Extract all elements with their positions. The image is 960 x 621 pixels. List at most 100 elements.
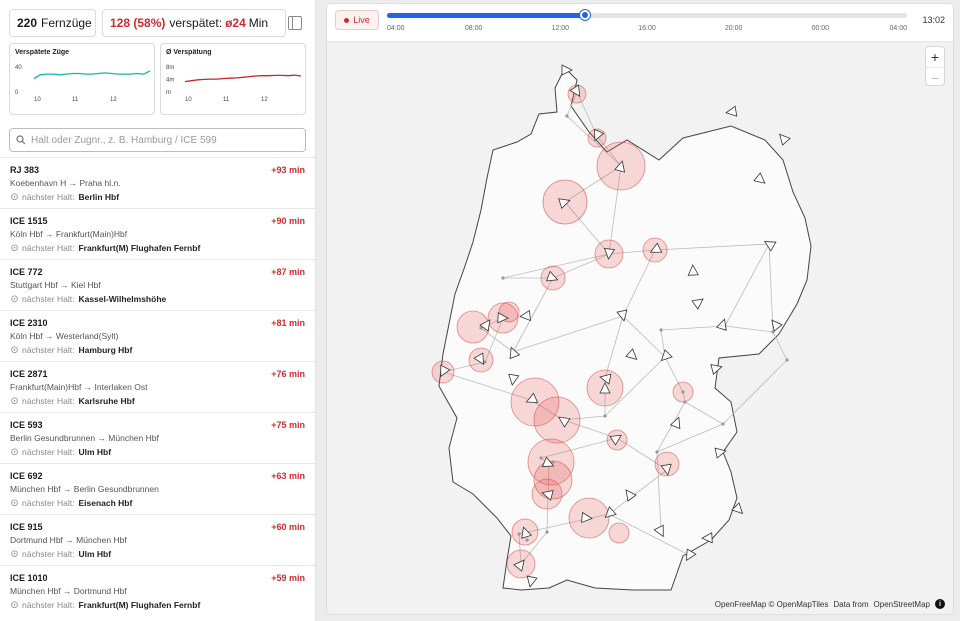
y-tick-label: 40	[15, 65, 22, 71]
timeline-tick-label: 12:00	[551, 25, 570, 32]
train-route: Köln Hbf → Westerland(Sylt)	[10, 331, 119, 341]
stats-row: 220 Fernzüge 128 (58%) verspätet: ø24 Mi…	[9, 9, 286, 37]
location-pin-icon	[11, 192, 18, 200]
train-marker-icon[interactable]	[725, 105, 738, 117]
live-button[interactable]: Live	[335, 10, 379, 30]
station-dot[interactable]	[785, 358, 789, 362]
current-time: 13:02	[922, 15, 945, 25]
next-stop: nächster Halt: Kassel-Wilhelmshöhe	[10, 294, 166, 304]
train-delay: +60 min	[271, 522, 305, 532]
avg-delay-chart-svg: 8m 4m m 10 11 12	[166, 65, 302, 103]
next-stop-name: Ulm Hbf	[78, 447, 112, 457]
attribution-osm[interactable]: OpenStreetMap	[874, 600, 930, 609]
next-stop-label: nächster Halt:	[22, 294, 75, 304]
station-dot[interactable]	[603, 414, 607, 418]
next-stop: nächster Halt: Eisenach Hbf	[10, 498, 132, 508]
y-tick-label: 8m	[166, 65, 174, 71]
next-stop-label: nächster Halt:	[22, 243, 75, 253]
late-trains-chart-svg: 40 0 10 11 12	[15, 65, 151, 103]
train-list-item[interactable]: ICE 2871 +76 min Frankfurt(Main)Hbf → Inte…	[0, 361, 315, 412]
next-stop: nächster Halt: Frankfurt(M) Flughafen Fer…	[10, 243, 200, 253]
train-marker-icon[interactable]	[776, 131, 791, 146]
next-stop-name: Berlin Hbf	[78, 192, 120, 202]
train-list-item[interactable]: ICE 1515 +90 min Köln Hbf → Frankfurt(Main…	[0, 208, 315, 259]
rail-line	[722, 359, 788, 425]
train-name: ICE 593	[10, 420, 43, 430]
timeline-handle[interactable]	[579, 10, 590, 20]
station-dot[interactable]	[483, 360, 487, 364]
x-tick-label: 12	[261, 97, 268, 103]
delay-bubble[interactable]	[533, 396, 581, 444]
location-pin-icon	[11, 396, 18, 404]
avg-delay-chart: Ø Verspätung 8m 4m m 10 11 12	[160, 43, 306, 115]
station-dot[interactable]	[659, 328, 663, 332]
station-dot[interactable]	[683, 400, 687, 404]
avg-delay-unit: Min	[248, 16, 269, 30]
map-panel[interactable]: Live 04:00 08:00 12:00 16:00 20:00 00:00 04:00…	[326, 3, 954, 615]
train-list-item[interactable]: RJ 383 +93 min Koebenhavn H → Praha hl.n. n…	[0, 157, 315, 208]
station-dot[interactable]	[539, 456, 543, 460]
attribution-openfreemap[interactable]: OpenFreeMap © OpenMapTiles	[715, 600, 829, 609]
avg-delay-value: ø24	[225, 16, 246, 30]
next-stop-name: Karlsruhe Hbf	[78, 396, 135, 406]
attribution-data-from: Data from	[833, 599, 869, 609]
train-list-item[interactable]: ICE 915 +60 min Dortmund Hbf → München Hbf…	[0, 514, 315, 565]
station-dot[interactable]	[721, 422, 725, 426]
total-count: 220	[17, 16, 38, 30]
station-dot[interactable]	[551, 460, 555, 464]
timeline-slider[interactable]	[387, 13, 907, 18]
zoom-in-button[interactable]: +	[926, 47, 944, 67]
station-dot[interactable]	[501, 276, 505, 280]
location-pin-icon	[11, 345, 18, 353]
train-list: RJ 383 +93 min Koebenhavn H → Praha hl.n. n…	[0, 157, 315, 616]
next-stop-label: nächster Halt:	[22, 345, 75, 355]
zoom-out-button[interactable]: −	[926, 67, 944, 87]
train-delay: +87 min	[271, 267, 305, 277]
train-list-item[interactable]: ICE 692 +63 min München Hbf → Berlin Gesun…	[0, 463, 315, 514]
live-dot-icon	[344, 17, 350, 23]
map-attribution: OpenFreeMap © OpenMapTiles Data from Ope…	[715, 599, 945, 609]
station-dot[interactable]	[655, 450, 659, 454]
train-list-item[interactable]: ICE 593 +75 min Berlin Gesundbrunnen → Mün…	[0, 412, 315, 463]
train-delay: +75 min	[271, 420, 305, 430]
timeline-tick-label: 04:00	[889, 25, 907, 32]
next-stop-name: Ulm Hbf	[78, 549, 112, 559]
next-stop: nächster Halt: Karlsruhe Hbf	[10, 396, 135, 406]
train-name: RJ 383	[10, 165, 40, 175]
train-route: Köln Hbf → Frankfurt(Main)Hbf	[10, 229, 128, 239]
train-name: ICE 1515	[10, 216, 48, 226]
x-tick-label: 11	[223, 97, 230, 103]
train-name: ICE 2310	[10, 318, 48, 328]
sidebar-toggle-icon[interactable]	[288, 16, 302, 30]
train-delay: +63 min	[271, 471, 305, 481]
total-trains-stat: 220 Fernzüge	[9, 9, 96, 37]
next-stop: nächster Halt: Ulm Hbf	[10, 549, 111, 559]
station-dot[interactable]	[525, 538, 529, 542]
x-tick-label: 10	[34, 97, 41, 103]
search-box[interactable]	[9, 128, 306, 152]
late-label: verspätet:	[169, 16, 223, 30]
y-tick-label: 4m	[166, 78, 174, 84]
next-stop-label: nächster Halt:	[22, 498, 75, 508]
timeline-bar: Live 04:00 08:00 12:00 16:00 20:00 00:00 04:00…	[327, 4, 953, 42]
train-name: ICE 692	[10, 471, 43, 481]
rail-line	[772, 331, 788, 361]
train-list-item[interactable]: ICE 1010 +59 min München Hbf → Dortmund Hb…	[0, 565, 315, 616]
search-input[interactable]	[31, 134, 291, 146]
delay-bubble[interactable]	[608, 522, 630, 544]
station-dot[interactable]	[545, 530, 549, 534]
delay-bubble[interactable]	[533, 460, 573, 500]
info-icon[interactable]: i	[935, 599, 945, 609]
next-stop-label: nächster Halt:	[22, 549, 75, 559]
y-tick-label: m	[166, 90, 171, 96]
train-delay: +90 min	[271, 216, 305, 226]
timeline-ticks: 04:00 08:00 12:00 16:00 20:00 00:00 04:00	[387, 25, 907, 35]
chart-series-line	[33, 70, 151, 80]
train-list-item[interactable]: ICE 2310 +81 min Köln Hbf → Westerland(Syl…	[0, 310, 315, 361]
train-list-item[interactable]: ICE 772 +87 min Stuttgart Hbf → Kiel Hbf nä…	[0, 259, 315, 310]
station-dot[interactable]	[681, 390, 685, 394]
late-count: 128 (58%)	[110, 16, 166, 30]
station-dot[interactable]	[517, 532, 521, 536]
station-dot[interactable]	[565, 114, 569, 118]
germany-map[interactable]	[327, 42, 954, 615]
